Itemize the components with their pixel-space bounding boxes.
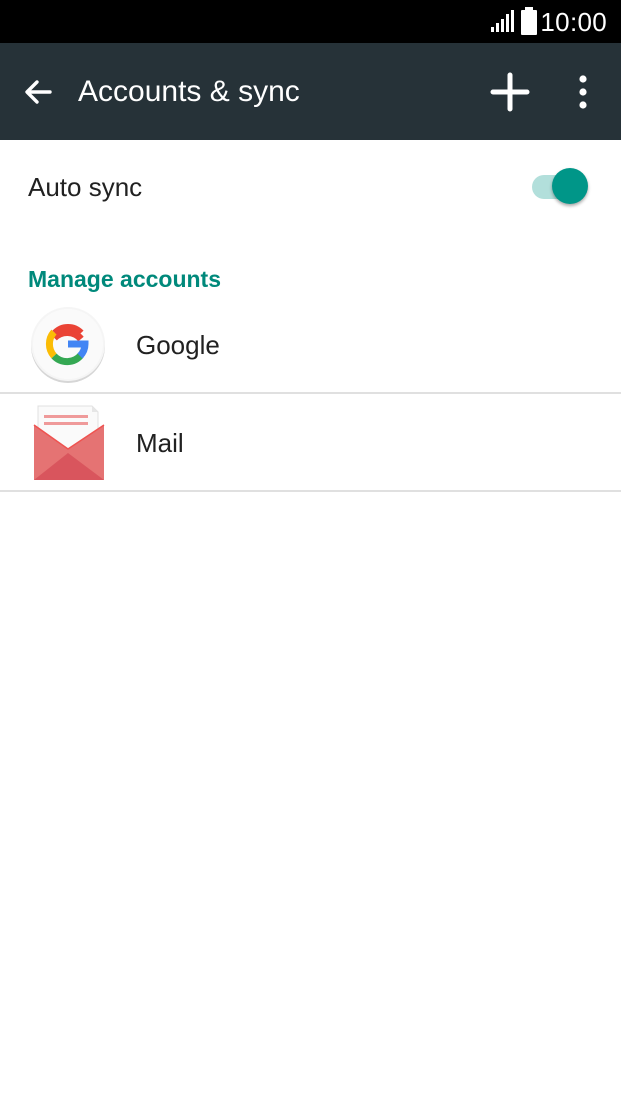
toggle-thumb (552, 168, 588, 204)
page-title: Accounts & sync (78, 75, 300, 108)
mail-icon (33, 405, 105, 480)
account-item-mail[interactable]: Mail (0, 394, 621, 492)
status-clock: 10:00 (540, 7, 607, 37)
signal-icon (491, 10, 514, 32)
account-name: Mail (136, 428, 184, 458)
battery-icon (521, 7, 537, 35)
auto-sync-toggle[interactable] (528, 167, 590, 207)
manage-accounts-header: Manage accounts (28, 266, 221, 292)
status-bar: 10:00 (0, 0, 621, 43)
app-bar: Accounts & sync (0, 43, 621, 140)
add-icon[interactable] (490, 72, 530, 112)
auto-sync-label: Auto sync (28, 172, 143, 202)
google-icon (31, 307, 105, 383)
auto-sync-row[interactable]: Auto sync (0, 140, 621, 236)
account-item-google[interactable]: Google (0, 296, 621, 394)
account-name: Google (136, 330, 220, 360)
back-arrow-icon[interactable] (20, 74, 56, 110)
more-vert-icon[interactable] (570, 73, 596, 111)
